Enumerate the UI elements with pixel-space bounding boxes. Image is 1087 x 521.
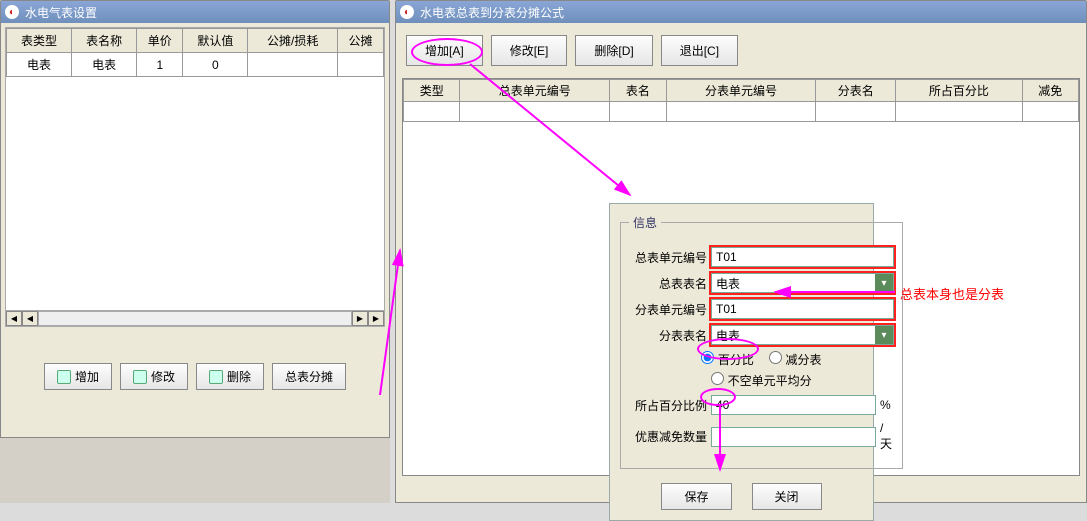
scroll-left-btn[interactable]: ◀	[6, 311, 22, 326]
meter-grid-panel: 表类型 表名称 单价 默认值 公摊/损耗 公摊 电表 电表 1 0 ◀	[5, 27, 385, 327]
radio-subtract[interactable]: 减分表	[769, 353, 821, 367]
table-row[interactable]: 电表 电表 1 0	[7, 53, 384, 77]
label-sub-unit: 分表单元编号	[629, 301, 711, 318]
radio-avg[interactable]: 不空单元平均分	[711, 374, 811, 388]
titlebar-right[interactable]: ◐ 水电表总表到分表分摊公式	[396, 1, 1086, 23]
col-meter-name2[interactable]: 表名	[610, 80, 666, 102]
combo-sub-name-input[interactable]	[712, 326, 875, 344]
allocation-grid[interactable]: 类型 总表单元编号 表名 分表单元编号 分表名 所占百分比 减免	[403, 79, 1079, 122]
scroll-left2-btn[interactable]: ◀	[22, 311, 38, 326]
scroll-right-btn[interactable]: ▶	[352, 311, 368, 326]
col-percent[interactable]: 所占百分比	[896, 80, 1022, 102]
save-button[interactable]: 保存	[661, 483, 731, 510]
combo-main-name-input[interactable]	[712, 274, 875, 292]
window-allocation-formula: ◐ 水电表总表到分表分摊公式 增加[A] 修改[E] 删除[D] 退出[C] 类…	[395, 0, 1087, 503]
titlebar-left[interactable]: ◐ 水电气表设置	[1, 1, 389, 23]
label-sub-name: 分表表名	[629, 327, 711, 344]
add-icon	[57, 370, 71, 384]
app-icon: ◐	[400, 5, 414, 19]
info-fieldset: 信息 总表单元编号 总表表名 ▾ 分表单元编号 分表表	[620, 214, 903, 469]
col-meter-name[interactable]: 表名称	[72, 29, 137, 53]
input-sub-unit[interactable]	[711, 299, 894, 319]
unit-discount: /天	[876, 421, 894, 452]
col-meter-type[interactable]: 表类型	[7, 29, 72, 53]
col-main-unit[interactable]: 总表单元编号	[460, 80, 610, 102]
radio-row-1: 百分比 减分表	[629, 351, 894, 368]
col-type[interactable]: 类型	[404, 80, 460, 102]
col-share-loss[interactable]: 公摊/损耗	[248, 29, 337, 53]
scroll-right2-btn[interactable]: ▶	[368, 311, 384, 326]
edit-icon	[133, 370, 147, 384]
toolbar-edit-button[interactable]: 修改[E]	[491, 35, 568, 66]
edit-button[interactable]: 修改	[120, 363, 188, 390]
col-default[interactable]: 默认值	[183, 29, 248, 53]
radio-percent[interactable]: 百分比	[701, 353, 753, 367]
input-discount[interactable]	[711, 427, 876, 447]
delete-button[interactable]: 删除	[196, 363, 264, 390]
toolbar: 增加[A] 修改[E] 删除[D] 退出[C]	[406, 35, 1076, 66]
table-row[interactable]	[404, 102, 1079, 122]
toolbar-exit-button[interactable]: 退出[C]	[661, 35, 738, 66]
input-main-unit[interactable]	[711, 247, 894, 267]
col-discount[interactable]: 减免	[1022, 80, 1078, 102]
delete-icon	[209, 370, 223, 384]
combo-main-name[interactable]: ▾	[711, 273, 894, 293]
toolbar-del-button[interactable]: 删除[D]	[575, 35, 652, 66]
left-footer-area	[0, 438, 390, 503]
col-sub-unit[interactable]: 分表单元编号	[666, 80, 816, 102]
col-share[interactable]: 公摊	[337, 29, 383, 53]
input-percent[interactable]	[711, 395, 876, 415]
scroll-track[interactable]	[38, 311, 352, 326]
app-icon: ◐	[5, 5, 19, 19]
col-price[interactable]: 单价	[137, 29, 183, 53]
hscrollbar[interactable]: ◀ ◀ ▶ ▶	[6, 310, 384, 326]
window-title: 水电气表设置	[25, 4, 97, 21]
label-main-name: 总表表名	[629, 275, 711, 292]
label-discount: 优惠减免数量	[629, 428, 711, 445]
window-title: 水电表总表到分表分摊公式	[420, 4, 564, 21]
allocate-button[interactable]: 总表分摊	[272, 363, 346, 390]
label-main-unit: 总表单元编号	[629, 249, 711, 266]
radio-row-2: 不空单元平均分	[629, 372, 894, 389]
combo-sub-name[interactable]: ▾	[711, 325, 894, 345]
add-button[interactable]: 增加	[44, 363, 112, 390]
label-percent: 所占百分比例	[629, 397, 711, 414]
info-dialog: 信息 总表单元编号 总表表名 ▾ 分表单元编号 分表表	[609, 203, 874, 521]
chevron-down-icon[interactable]: ▾	[875, 274, 893, 292]
fieldset-legend: 信息	[629, 214, 661, 231]
window-meter-settings: ◐ 水电气表设置 表类型 表名称 单价 默认值 公摊/损耗 公摊 电表 电表 1…	[0, 0, 390, 438]
annotation-text: 总表本身也是分表	[900, 284, 1004, 303]
close-button[interactable]: 关闭	[752, 483, 822, 510]
meter-grid[interactable]: 表类型 表名称 单价 默认值 公摊/损耗 公摊 电表 电表 1 0	[6, 28, 384, 77]
unit-percent: %	[876, 398, 894, 412]
chevron-down-icon[interactable]: ▾	[875, 326, 893, 344]
toolbar-add-button[interactable]: 增加[A]	[406, 35, 483, 66]
col-sub-name[interactable]: 分表名	[816, 80, 896, 102]
